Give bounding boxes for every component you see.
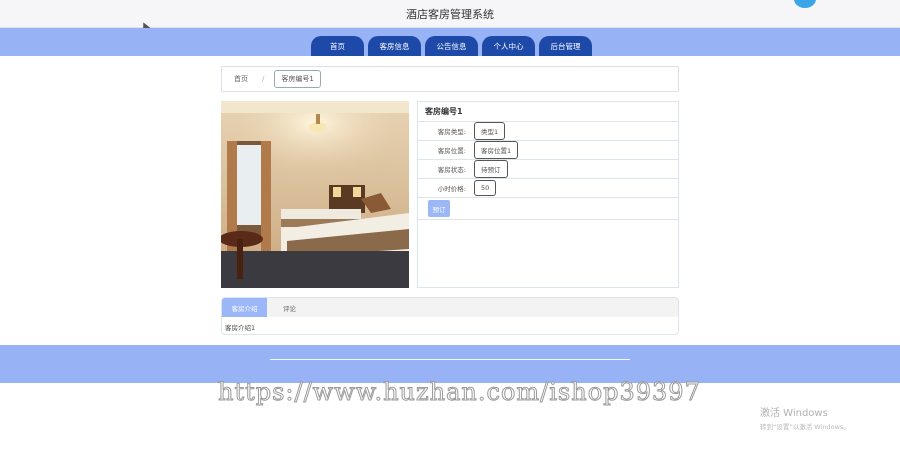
activation-title: 激活 Windows [760, 408, 828, 419]
nav-tab-notices[interactable]: 公告信息 [425, 36, 478, 56]
field-value: 客房位置1 [474, 141, 519, 159]
tab-comments[interactable]: 评论 [267, 298, 312, 317]
field-label: 客房类型: [437, 128, 466, 136]
footer-divider [270, 359, 630, 360]
field-room-status: 客房状态: 待预订 [418, 160, 678, 179]
nav-tab-rooms[interactable]: 客房信息 [368, 36, 421, 56]
field-value: 类型1 [474, 122, 506, 140]
book-button[interactable]: 预订 [428, 200, 450, 217]
field-room-type: 客房类型: 类型1 [418, 122, 678, 141]
field-room-location: 客房位置: 客房位置1 [418, 141, 678, 160]
breadcrumb-home[interactable]: 首页 [234, 74, 248, 84]
info-tabs: 客房介绍 评论 客房介绍1 [221, 297, 679, 335]
breadcrumb-separator: / [262, 75, 265, 83]
book-row: 预订 [418, 198, 678, 220]
field-hourly-price: 小时价格: 50 [418, 179, 678, 198]
tab-header: 客房介绍 评论 [222, 298, 678, 317]
room-photo-image [221, 101, 409, 288]
room-photo [221, 101, 409, 288]
field-value: 待预订 [474, 160, 508, 178]
room-title: 客房编号1 [418, 102, 678, 122]
header-bar: 酒店客房管理系统 [0, 0, 900, 28]
windows-activation-notice: 激活 Windows 转到“设置”以激活 Windows。 [760, 404, 850, 431]
tab-content: 客房介绍1 [225, 324, 256, 332]
page: 酒店客房管理系统 首页 客房信息 公告信息 个人中心 后台管理 首页 / 客房编… [0, 0, 900, 450]
field-value: 50 [474, 180, 497, 196]
breadcrumb-current: 客房编号1 [274, 70, 321, 88]
room-detail-panel: 客房编号1 客房类型: 类型1 客房位置: 客房位置1 客房状态: 待预订 小时… [417, 101, 679, 288]
nav-tab-home[interactable]: 首页 [311, 36, 364, 56]
nav-tab-admin[interactable]: 后台管理 [539, 36, 592, 56]
breadcrumb: 首页 / 客房编号1 [221, 66, 679, 92]
tab-room-intro[interactable]: 客房介绍 [222, 298, 267, 317]
field-label: 客房位置: [437, 147, 466, 155]
nav-tab-profile[interactable]: 个人中心 [482, 36, 535, 56]
site-title: 酒店客房管理系统 [406, 8, 494, 21]
activation-subtitle: 转到“设置”以激活 Windows。 [760, 423, 850, 431]
field-label: 小时价格: [437, 185, 466, 193]
site-watermark: https://www.huzhan.com/ishop39397 [218, 378, 701, 407]
field-label: 客房状态: [437, 166, 466, 174]
main-nav: 首页 客房信息 公告信息 个人中心 后台管理 [311, 36, 592, 56]
